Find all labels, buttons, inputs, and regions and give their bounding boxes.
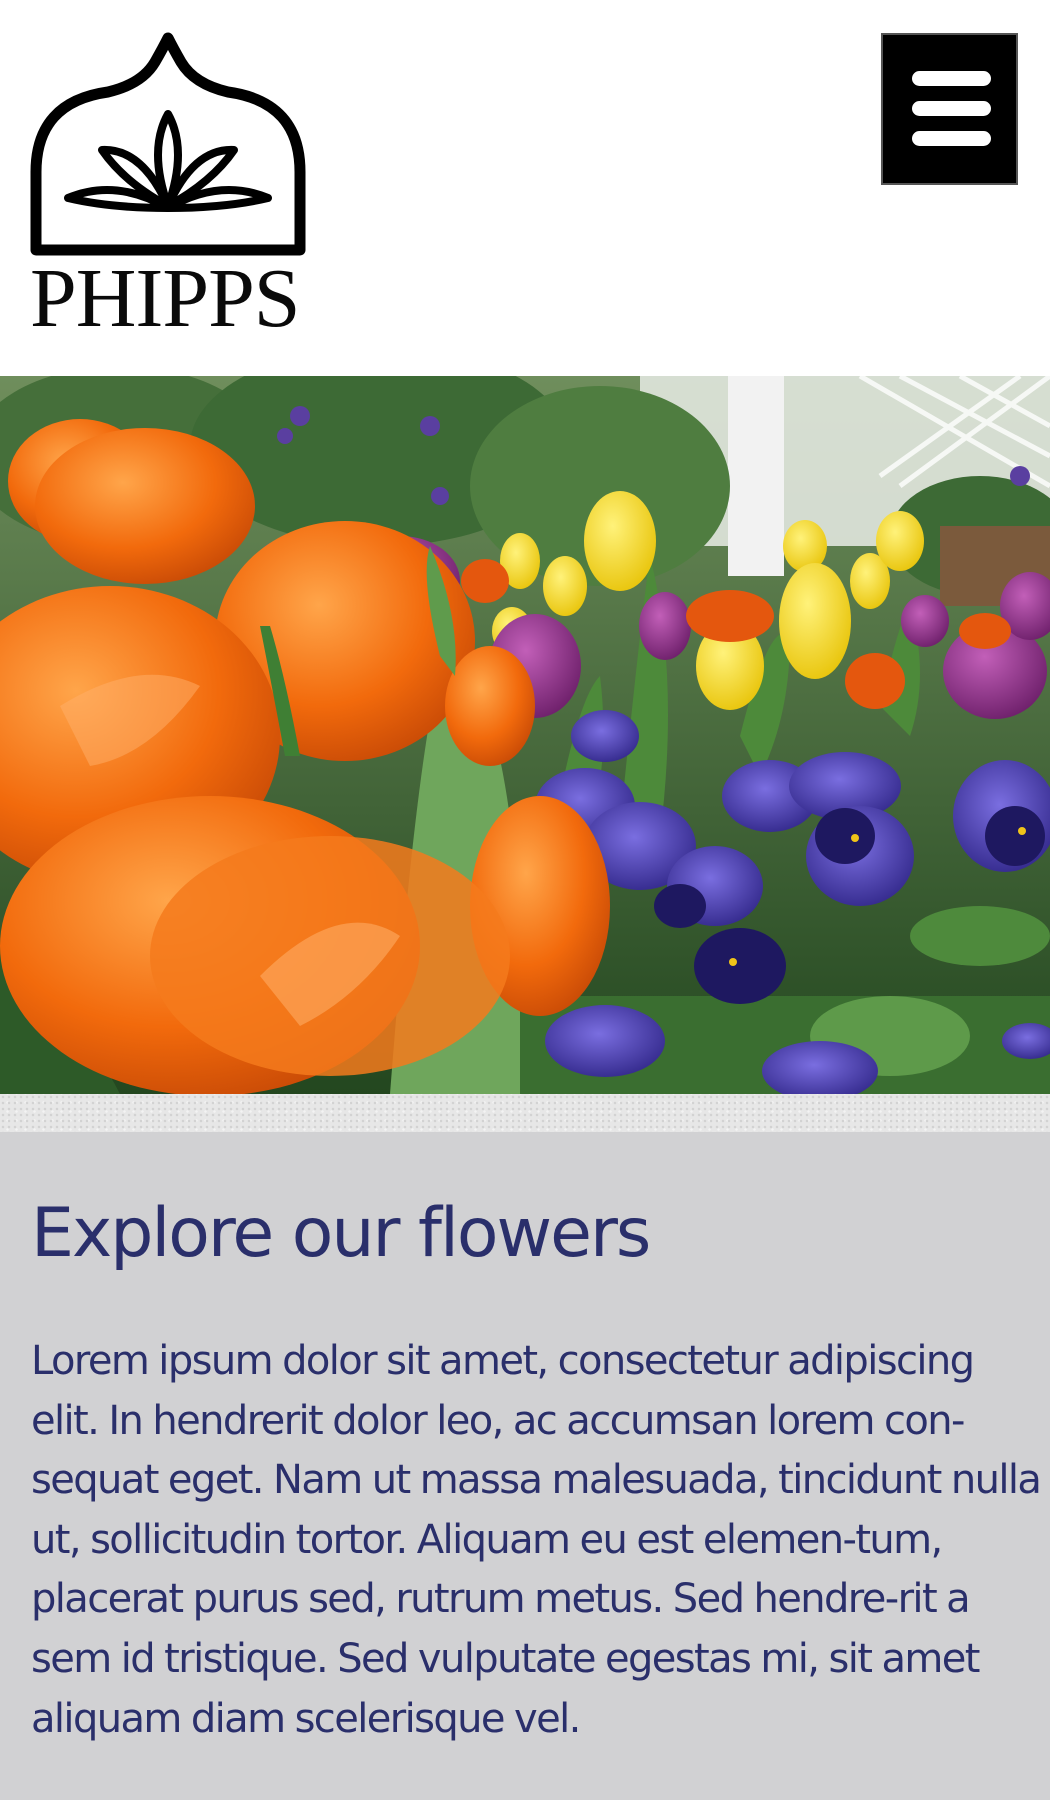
page: PHIPPS Explore our flowers Lorem ipsum d… bbox=[0, 0, 1050, 1800]
body-text: Lorem ipsum dolor sit amet, consectetur … bbox=[31, 1338, 1042, 1742]
lotus-arch-icon bbox=[30, 32, 306, 256]
menu-button[interactable] bbox=[881, 33, 1018, 185]
content-section: Explore our flowers Lorem ipsum dolor si… bbox=[0, 1132, 1050, 1800]
hero-image bbox=[0, 376, 1050, 1094]
tulips-and-pansies-photo bbox=[0, 376, 1050, 1094]
logo-wordmark: PHIPPS bbox=[30, 252, 301, 345]
page-title: Explore our flowers bbox=[31, 1194, 651, 1273]
texture-divider bbox=[0, 1094, 1050, 1132]
phipps-logo[interactable]: PHIPPS bbox=[30, 32, 320, 345]
site-header: PHIPPS bbox=[0, 0, 1050, 376]
